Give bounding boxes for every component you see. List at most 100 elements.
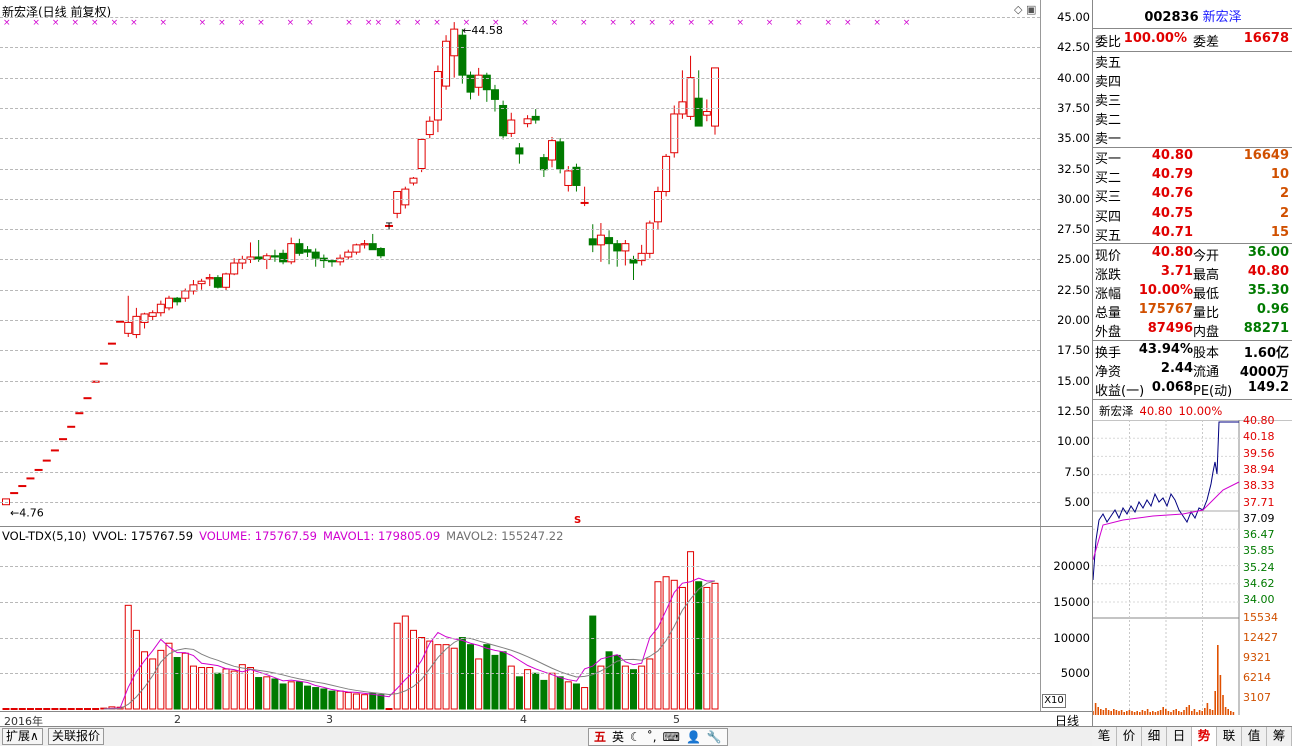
top-marker: × [199,18,207,28]
top-marker: × [629,18,637,28]
volume-bar [491,654,499,710]
moon-icon[interactable]: ☾ [630,729,641,745]
mini-price-label: 38.33 [1243,479,1275,493]
buy-price: 40.76 [1151,186,1193,202]
buy-volume: 2 [1279,205,1289,221]
punctuation-icon[interactable]: ˚, [647,729,657,745]
buy-row: 买二 40.79 10 [1095,167,1291,186]
quote-label: 现价 [1095,249,1122,264]
price-tick-label: 20.00 [1057,313,1090,327]
candle-body [75,412,84,415]
quote-value: 40.80 [1247,264,1289,279]
wrench-icon[interactable]: 🔧 [707,729,722,745]
side-tab[interactable]: 筹 [1267,727,1292,746]
mini-volume-label: 12427 [1243,631,1278,644]
quote-label: 最低 [1193,287,1220,302]
volume-bar [613,654,621,710]
candle-body [401,188,410,206]
side-tab[interactable]: 细 [1142,727,1167,746]
candle-body [116,320,125,323]
quote-value: 40.80 [1151,245,1193,260]
mavol1-value: MAVOL1: 179805.09 [322,529,441,543]
top-marker: × [159,18,167,28]
candle-body [548,140,557,161]
price-tick-label: 17.50 [1057,343,1090,358]
corner-diamond-icon[interactable]: ◇ ▣ [1014,3,1036,16]
volume-bar [393,622,401,710]
side-tab[interactable]: 联 [1217,727,1242,746]
user-icon[interactable]: 👤 [686,729,701,745]
candle-body [556,141,565,169]
candle-body [409,177,418,184]
quote-value: 36.00 [1247,245,1289,260]
candle-body [213,277,222,288]
candle-body [360,243,369,246]
buy-label: 买五 [1095,228,1122,244]
top-marker: × [306,18,314,28]
volume-bar [589,615,597,710]
fund-value: 4000万 [1239,365,1289,380]
side-tab[interactable]: 笔 [1092,727,1117,746]
kline-panel[interactable]: × × × × × × × × × × × × × × × × × × × × × × × × × × × × × × × × × × × × × × ←4… [0,0,1092,746]
candle-body [270,255,279,258]
x-month-label: 5 [673,713,680,726]
volume-tick-label: 20000 [1053,559,1090,573]
mini-price-label: 35.24 [1243,560,1275,574]
keyboard-icon[interactable]: ⌨ [663,729,680,745]
side-tab[interactable]: 势 [1192,727,1217,746]
volume-bar [434,644,442,710]
volume-bar [214,672,222,710]
mini-price-label: 40.80 [1243,414,1275,427]
candle-body [596,234,605,246]
volume-bar [532,672,540,710]
ime-toolbar: 五英 ☾ ˚, ⌨ 👤 🔧 [588,728,728,746]
low-annotation: ←4.76 [10,507,44,520]
quote-value: 35.30 [1247,283,1289,298]
buy-volume: 16649 [1243,148,1289,163]
buy-label: 买三 [1095,190,1122,206]
volume-tick-label: 10000 [1053,630,1090,645]
expand-button[interactable]: 扩展∧ [2,728,43,745]
candle-body [645,222,654,254]
fund-label: 收益(一) [1095,384,1145,399]
fund-label: 换手 [1095,346,1122,361]
top-marker: × [844,18,852,28]
top-marker: × [736,18,744,28]
x-month-label: 3 [326,713,333,726]
candle-body [107,342,116,345]
candle-body [59,438,68,441]
mini-chart-title: 新宏泽 40.80 10.00% [1099,403,1222,419]
side-tab[interactable]: 日 [1167,727,1192,746]
fund-label: PE(动) [1193,384,1233,399]
volume-tick-label: 5000 [1060,666,1090,681]
candle-body [621,243,630,252]
sell-label: 卖三 [1095,94,1122,109]
candle-body [580,201,589,204]
volume-bar [173,657,181,710]
price-tick-label: 32.50 [1057,161,1090,176]
volume-bar [336,690,344,710]
quote-value: 87496 [1147,321,1193,336]
candle-body [499,104,508,137]
top-marker: × [824,18,832,28]
volume-bar [483,644,491,710]
candle-body [18,485,27,488]
kline-chart[interactable]: × × × × × × × × × × × × × × × × × × × × × × × × × × × × × × × × × × × × × ×←4… [0,0,1040,712]
fund-value: 2.44 [1160,361,1193,376]
sell-row: 卖三 [1095,90,1291,109]
ime-mode-icon[interactable]: 五 [594,729,606,745]
volume-bar [230,670,238,710]
scale-x10-button[interactable]: X10 [1042,694,1066,708]
side-tab[interactable]: 价 [1117,727,1142,746]
panel-divider [0,526,1092,527]
fund-value: 0.068 [1151,380,1193,395]
candle-body [205,277,214,280]
volume-bar [540,679,548,710]
stock-name[interactable]: 新宏泽 [1203,10,1242,25]
buy-row: 买五 40.71 15 [1095,225,1291,244]
candle-body [140,313,149,323]
ime-lang-icon[interactable]: 英 [612,729,624,745]
side-tab[interactable]: 值 [1242,727,1267,746]
mini-volume-label: 15534 [1243,611,1278,624]
related-quote-tab[interactable]: 关联报价 [48,728,105,745]
